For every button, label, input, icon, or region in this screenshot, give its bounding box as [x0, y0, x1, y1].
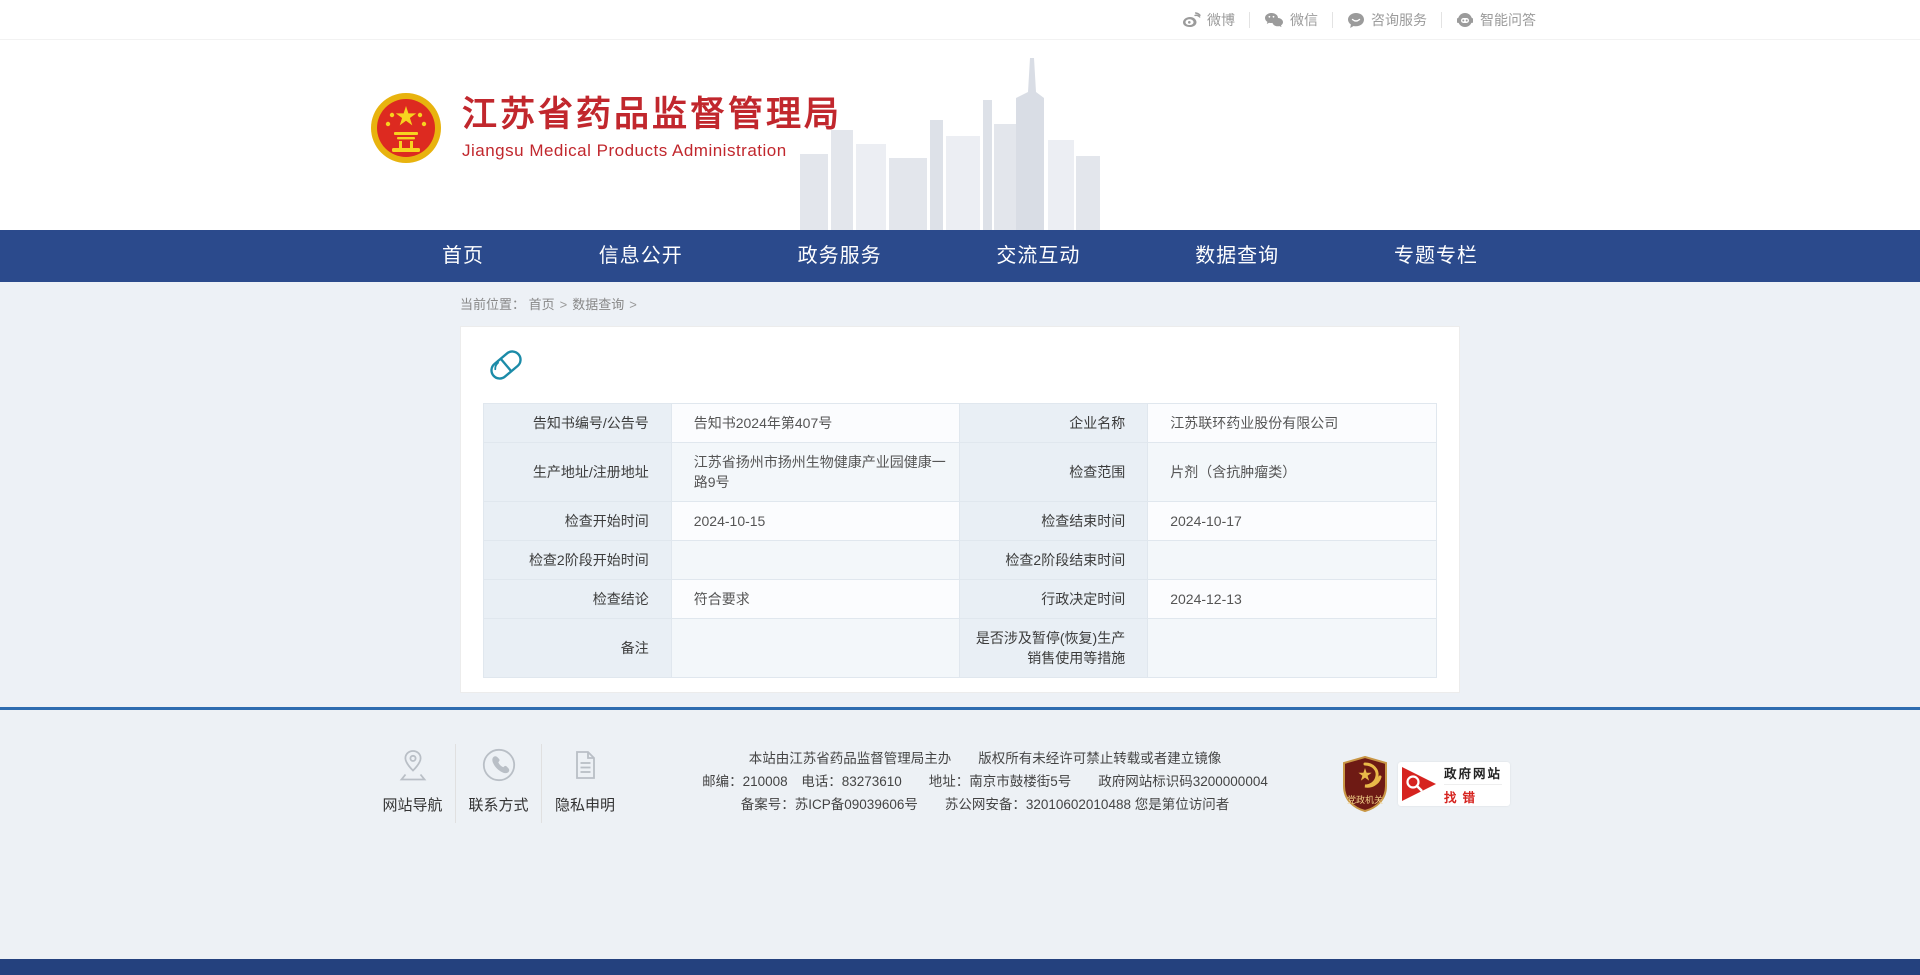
weibo-icon	[1182, 12, 1201, 28]
field-value	[671, 541, 960, 580]
topbar-item-consult-service[interactable]: 咨询服务	[1332, 12, 1441, 28]
nav-item-2[interactable]: 信息公开	[597, 230, 685, 282]
table-row: 告知书编号/公告号告知书2024年第407号企业名称江苏联环药业股份有限公司	[484, 404, 1437, 443]
nav-item-6[interactable]: 专题专栏	[1392, 230, 1480, 282]
table-row: 检查开始时间2024-10-15检查结束时间2024-10-17	[484, 502, 1437, 541]
breadcrumb-link-1[interactable]: 首页	[529, 297, 555, 312]
field-label: 备注	[484, 619, 672, 678]
map-pin-icon	[370, 746, 455, 784]
topbar: 微博 微信 咨询服务 智能问答	[0, 0, 1920, 40]
phone-icon	[456, 746, 541, 784]
topbar-item-smart-qa[interactable]: 智能问答	[1441, 12, 1550, 28]
nav-item-3[interactable]: 政务服务	[796, 230, 884, 282]
document-icon	[542, 746, 628, 784]
site-header: 江苏省药品监督管理局 Jiangsu Medical Products Admi…	[0, 40, 1920, 230]
topbar-item-wechat[interactable]: 微信	[1249, 12, 1332, 28]
detail-card: 告知书编号/公告号告知书2024年第407号企业名称江苏联环药业股份有限公司生产…	[460, 326, 1460, 693]
nav-item-4[interactable]: 交流互动	[994, 230, 1082, 282]
field-value: 符合要求	[671, 580, 960, 619]
table-row: 备注 是否涉及暂停(恢复)生产销售使用等措施	[484, 619, 1437, 678]
nav-item-5[interactable]: 数据查询	[1193, 230, 1281, 282]
topbar-item-label: 微信	[1290, 10, 1318, 30]
field-value: 江苏联环药业股份有限公司	[1148, 404, 1437, 443]
consult-service-icon	[1347, 12, 1365, 29]
breadcrumb-prefix: 当前位置：	[460, 297, 525, 312]
field-value: 2024-12-13	[1148, 580, 1437, 619]
footer-link-map-pin[interactable]: 网站导航	[370, 744, 456, 823]
table-row: 生产地址/注册地址江苏省扬州市扬州生物健康产业园健康一路9号检查范围片剂（含抗肿…	[484, 443, 1437, 502]
field-label: 检查2阶段结束时间	[960, 541, 1148, 580]
gov-site-error-badge[interactable]: 政府网站 找错	[1398, 762, 1510, 806]
footer-info: 本站由江苏省药品监督管理局主办 版权所有未经许可禁止转载或者建立镜像 邮编：21…	[628, 744, 1342, 816]
smart-qa-icon	[1456, 12, 1474, 29]
field-label: 检查2阶段开始时间	[484, 541, 672, 580]
field-label: 生产地址/注册地址	[484, 443, 672, 502]
footer-line3: 备案号：苏ICP备09039606号 苏公网安备：32010602010488 …	[628, 793, 1342, 816]
field-value: 2024-10-17	[1148, 502, 1437, 541]
topbar-item-label: 咨询服务	[1371, 10, 1427, 30]
footer: 网站导航联系方式隐私申明 本站由江苏省药品监督管理局主办 版权所有未经许可禁止转…	[0, 710, 1920, 959]
pill-icon	[485, 344, 527, 386]
footer-line1: 本站由江苏省药品监督管理局主办 版权所有未经许可禁止转载或者建立镜像	[628, 747, 1342, 770]
footer-link-label: 联系方式	[456, 794, 541, 815]
field-value: 2024-10-15	[671, 502, 960, 541]
field-label: 企业名称	[960, 404, 1148, 443]
field-value	[671, 619, 960, 678]
wechat-icon	[1264, 12, 1284, 28]
party-government-badge[interactable]: 党政机关	[1342, 756, 1388, 812]
site-logo[interactable]: 江苏省药品监督管理局 Jiangsu Medical Products Admi…	[370, 92, 842, 164]
field-value	[1148, 619, 1437, 678]
table-row: 检查2阶段开始时间 检查2阶段结束时间	[484, 541, 1437, 580]
topbar-item-label: 智能问答	[1480, 10, 1536, 30]
field-label: 检查开始时间	[484, 502, 672, 541]
inspection-detail-table: 告知书编号/公告号告知书2024年第407号企业名称江苏联环药业股份有限公司生产…	[483, 403, 1437, 678]
field-label: 是否涉及暂停(恢复)生产销售使用等措施	[960, 619, 1148, 678]
error-find-flag-icon	[1398, 762, 1438, 806]
field-value: 片剂（含抗肿瘤类）	[1148, 443, 1437, 502]
field-label: 告知书编号/公告号	[484, 404, 672, 443]
topbar-item-label: 微博	[1207, 10, 1235, 30]
city-skyline-graphic	[800, 58, 1100, 230]
table-row: 检查结论符合要求行政决定时间2024-12-13	[484, 580, 1437, 619]
breadcrumb-separator: >	[560, 297, 568, 312]
field-label: 检查结论	[484, 580, 672, 619]
footer-link-document[interactable]: 隐私申明	[542, 744, 628, 823]
field-value	[1148, 541, 1437, 580]
error-badge-line2: 找错	[1444, 785, 1502, 806]
error-badge-line1: 政府网站	[1444, 763, 1502, 785]
field-label: 行政决定时间	[960, 580, 1148, 619]
topbar-item-weibo[interactable]: 微博	[1168, 12, 1249, 28]
footer-link-phone[interactable]: 联系方式	[456, 744, 542, 823]
bottom-copyright-bar	[0, 959, 1920, 975]
main-content: 当前位置： 首页 > 数据查询 > 告知书编号/公告号告知书2024年第407号企业名…	[0, 282, 1920, 707]
breadcrumb-link-2[interactable]: 数据查询	[572, 297, 624, 312]
breadcrumb-separator: >	[629, 297, 637, 312]
site-subtitle: Jiangsu Medical Products Administration	[462, 141, 842, 161]
breadcrumb: 当前位置： 首页 > 数据查询 >	[460, 294, 1460, 313]
party-badge-label: 党政机关	[1347, 794, 1383, 805]
field-label: 检查范围	[960, 443, 1148, 502]
footer-link-label: 隐私申明	[542, 794, 628, 815]
field-value: 告知书2024年第407号	[671, 404, 960, 443]
main-nav: 首页 信息公开 政务服务 交流互动 数据查询 专题专栏	[0, 230, 1920, 282]
national-emblem-icon	[370, 92, 442, 164]
field-label: 检查结束时间	[960, 502, 1148, 541]
nav-item-1[interactable]: 首页	[440, 230, 486, 282]
footer-line2: 邮编：210008 电话：83273610 地址：南京市鼓楼街5号 政府网站标识…	[628, 770, 1342, 793]
field-value: 江苏省扬州市扬州生物健康产业园健康一路9号	[671, 443, 960, 502]
site-title: 江苏省药品监督管理局	[462, 95, 842, 135]
footer-link-label: 网站导航	[370, 794, 455, 815]
